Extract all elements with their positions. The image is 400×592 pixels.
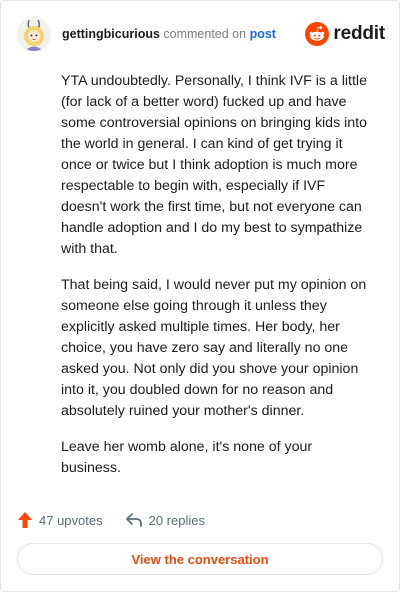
reply-stat[interactable]: 20 replies <box>125 512 205 528</box>
user-avatar[interactable] <box>17 17 51 51</box>
reddit-logo-icon <box>305 22 330 46</box>
comment-card: gettingbicurious commented on post reddi… <box>0 0 400 592</box>
brand-wordmark: reddit <box>333 23 385 44</box>
comment-meta: gettingbicurious commented on post <box>62 27 276 41</box>
username[interactable]: gettingbicurious <box>62 27 160 41</box>
reply-count: 20 replies <box>148 512 205 528</box>
comment-paragraph: YTA undoubtedly. Personally, I think IVF… <box>61 73 367 257</box>
upvote-count: 47 upvotes <box>39 512 103 528</box>
reply-arrow-icon <box>125 513 142 527</box>
action-text: commented on <box>163 27 247 41</box>
comment-footer: 47 upvotes 20 replies <box>17 509 205 531</box>
upvote-arrow-icon <box>18 512 32 528</box>
comment-header: gettingbicurious commented on post reddi… <box>17 17 385 51</box>
avatar-image <box>17 17 51 51</box>
comment-paragraph: Leave her womb alone, it's none of your … <box>61 439 313 476</box>
view-conversation-button[interactable]: View the conversation <box>17 543 383 575</box>
upvote-stat[interactable]: 47 upvotes <box>17 511 103 529</box>
reddit-brand[interactable]: reddit <box>305 21 385 47</box>
comment-paragraph: That being said, I would never put my op… <box>61 277 367 419</box>
post-link[interactable]: post <box>250 27 276 41</box>
comment-body: YTA undoubtedly. Personally, I think IVF… <box>61 71 371 494</box>
